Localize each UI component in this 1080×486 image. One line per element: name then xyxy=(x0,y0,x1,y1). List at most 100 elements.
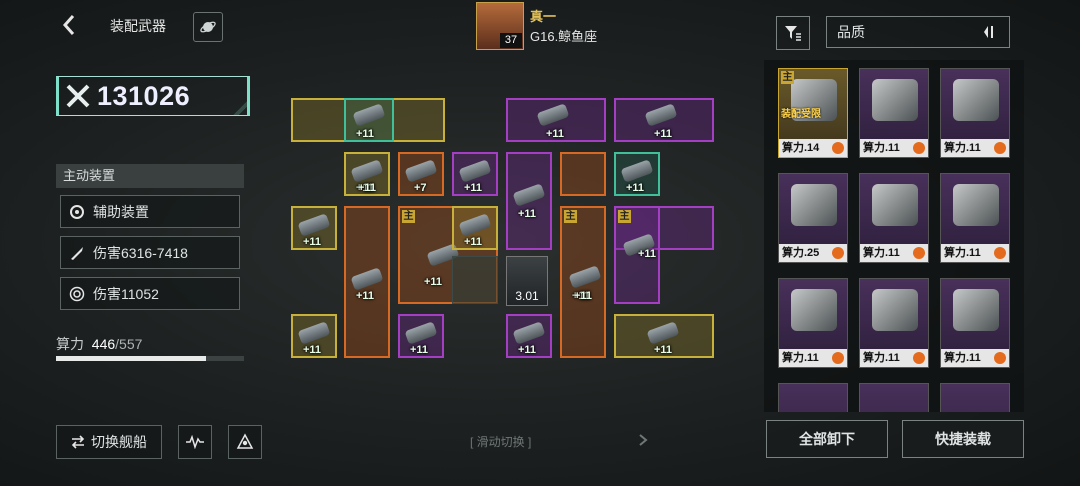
stat-label: 辅助装置 xyxy=(93,203,149,220)
target-icon xyxy=(69,286,85,301)
sort-arrows-icon xyxy=(984,26,993,38)
slot-item[interactable] xyxy=(560,152,606,196)
stat-damage-missile[interactable]: 伤害6316-7418 xyxy=(60,236,240,269)
inventory-card[interactable]: 算力.11 xyxy=(940,173,1010,263)
unequip-all-button[interactable]: 全部卸下 xyxy=(766,420,888,458)
item-level: +11 xyxy=(546,128,565,140)
item-level: +11 xyxy=(518,208,537,220)
card-compute: 算力.11 xyxy=(860,244,928,262)
compute-bar xyxy=(56,356,244,361)
weapon-icon xyxy=(568,265,602,289)
slot-item[interactable]: +11 xyxy=(614,152,660,196)
page-title: 装配武器 xyxy=(110,18,166,34)
slot-item[interactable]: +11 xyxy=(344,98,394,142)
planet-icon xyxy=(200,21,216,33)
item-level: +7 xyxy=(414,182,427,194)
gear-badge-icon xyxy=(913,142,925,154)
main-tag: 主 xyxy=(564,210,577,223)
slot-item[interactable]: +11 xyxy=(291,206,337,250)
weapon-icon xyxy=(953,79,999,121)
waveform-button[interactable] xyxy=(178,425,212,459)
inventory-card[interactable]: 算力.11 xyxy=(859,173,929,263)
inventory-card[interactable]: 算力.11 xyxy=(940,278,1010,368)
main-tag: 主 xyxy=(781,71,794,84)
inventory-card[interactable]: 算力.11 xyxy=(778,278,848,368)
slot-tall[interactable]: 主 +11 xyxy=(614,206,660,304)
weapon-icon xyxy=(297,213,331,237)
weapon-icon xyxy=(646,321,680,345)
inventory-card[interactable]: 算力.11 xyxy=(859,278,929,368)
gear-badge-icon xyxy=(832,142,844,154)
card-compute-text: 算力.11 xyxy=(944,352,981,364)
inventory-card-partial[interactable] xyxy=(778,383,848,412)
slot-item[interactable]: +11 xyxy=(398,314,444,358)
stat-aux-device[interactable]: 辅助装置 xyxy=(60,195,240,228)
slot-empty[interactable] xyxy=(452,256,498,304)
slot-tall[interactable]: +11 xyxy=(344,206,390,358)
slot-display[interactable]: 3.01 xyxy=(506,256,548,306)
card-compute: 算力.25 xyxy=(779,244,847,262)
weapon-icon xyxy=(953,289,999,331)
captain-level: 37 xyxy=(500,33,522,48)
card-compute: 算力.11 xyxy=(860,349,928,367)
swipe-hint: [ 滑动切换 ] xyxy=(470,435,532,449)
inventory-panel: 主 装配受限 算力.14 算力.11 算力.11 算力.25 算力.11 算力.… xyxy=(764,60,1024,412)
weapon-icon xyxy=(872,184,918,226)
card-compute-text: 算力.11 xyxy=(782,352,819,364)
weapon-icon xyxy=(872,289,918,331)
slot-wide[interactable]: +11 xyxy=(614,314,714,358)
filter-icon xyxy=(785,26,801,41)
card-compute-text: 算力.25 xyxy=(782,247,820,259)
compute-bar-fill xyxy=(56,356,207,361)
chevron-left-icon xyxy=(62,15,75,35)
weapon-icon xyxy=(953,184,999,226)
section-active-device: 主动装置 xyxy=(56,164,244,188)
weapon-icon xyxy=(458,213,492,237)
compute-power: 算力 446/557 xyxy=(56,334,142,354)
gear-badge-icon xyxy=(994,352,1006,364)
weapon-icon xyxy=(791,184,837,226)
inventory-card[interactable]: 主 装配受限 算力.14 xyxy=(778,68,848,158)
weapon-icon xyxy=(791,289,837,331)
card-compute: 算力.14 xyxy=(779,139,847,157)
weapon-icon xyxy=(512,321,546,345)
slot-tall[interactable]: 主 +11 xyxy=(560,206,606,358)
item-level: +11 xyxy=(464,236,483,248)
slot-item[interactable]: +11 xyxy=(291,314,337,358)
card-compute: 算力.11 xyxy=(860,139,928,157)
inventory-card[interactable]: 算力.11 xyxy=(940,68,1010,158)
ship-orbit-button[interactable] xyxy=(193,12,223,42)
back-button[interactable] xyxy=(58,12,80,38)
slot-item[interactable]: +11 xyxy=(452,206,498,250)
switch-ship-label: 切换舰船 xyxy=(91,434,147,450)
radiation-button[interactable] xyxy=(228,425,262,459)
slot-wide[interactable]: +11 xyxy=(506,98,606,142)
inventory-card[interactable]: 算力.11 xyxy=(859,68,929,158)
slot-tall[interactable]: +11 xyxy=(506,152,552,250)
card-compute-text: 算力.11 xyxy=(944,142,981,154)
slot-item[interactable]: +7 xyxy=(398,152,444,196)
inventory-card[interactable]: 算力.25 xyxy=(778,173,848,263)
slot-wide[interactable]: +11 xyxy=(614,98,714,142)
gear-badge-icon xyxy=(832,352,844,364)
item-level: +11 xyxy=(518,344,537,356)
slot-item[interactable]: +11 xyxy=(452,152,498,196)
inventory-card-partial[interactable] xyxy=(940,383,1010,412)
compute-max: /557 xyxy=(115,336,143,352)
combat-power-value: 131026 xyxy=(97,80,191,111)
slot-item[interactable]: +11 xyxy=(506,314,552,358)
quick-equip-button[interactable]: 快捷装载 xyxy=(902,420,1024,458)
filter-button[interactable] xyxy=(776,16,810,50)
card-compute: 算力.11 xyxy=(941,139,1009,157)
swap-icon xyxy=(71,435,85,449)
item-level: +11 xyxy=(654,344,673,356)
combat-power: 131026 xyxy=(56,76,250,116)
weapon-icon xyxy=(404,321,438,345)
weapon-icon xyxy=(350,267,384,291)
weapon-icon xyxy=(644,103,678,127)
main-tag: 主 xyxy=(618,210,631,223)
switch-ship-button[interactable]: 切换舰船 xyxy=(56,425,162,459)
stat-damage-aoe[interactable]: 伤害11052 xyxy=(60,277,240,310)
sort-dropdown[interactable]: 品质 xyxy=(826,16,1010,48)
inventory-card-partial[interactable] xyxy=(859,383,929,412)
